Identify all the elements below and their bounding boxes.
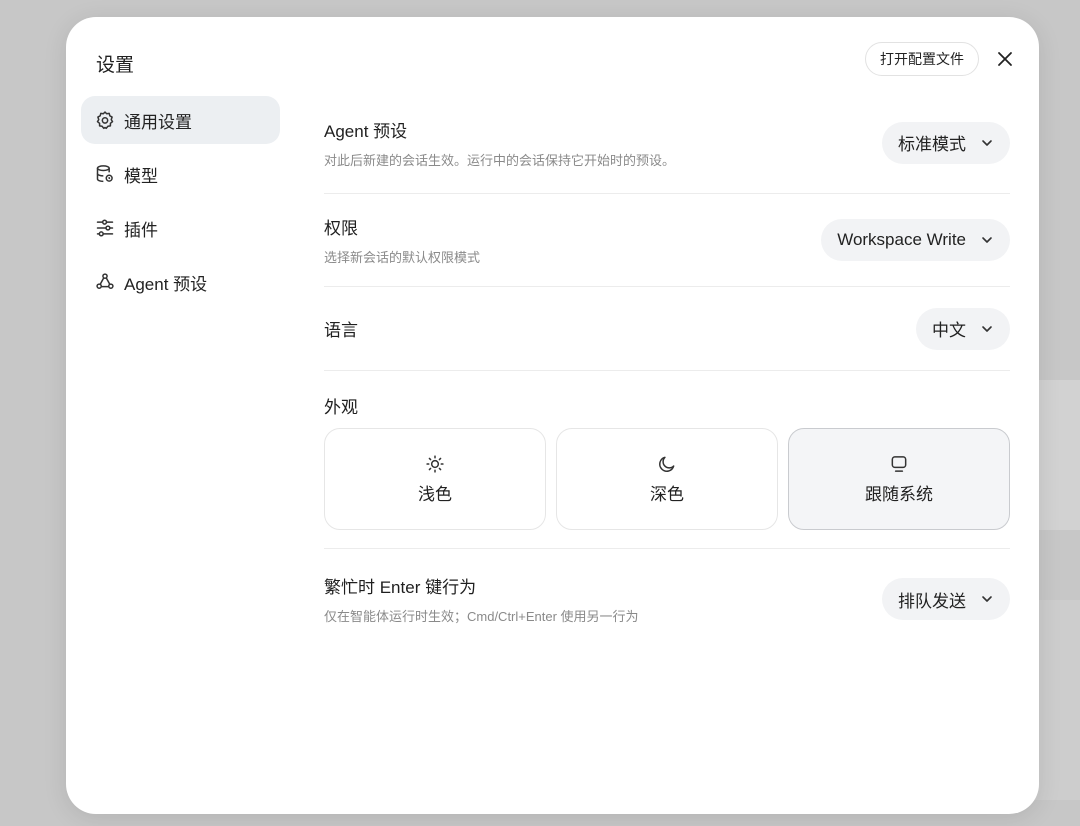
theme-label: 浅色 bbox=[418, 484, 452, 504]
sidebar-item-label: 插件 bbox=[124, 220, 158, 240]
sidebar-item-general[interactable]: 通用设置 bbox=[81, 96, 280, 144]
monitor-icon bbox=[889, 454, 909, 474]
dialog-title: 设置 bbox=[96, 55, 135, 76]
gear-icon bbox=[95, 110, 115, 130]
setting-title: 外观 bbox=[324, 398, 358, 417]
setting-description: 对此后新建的会话生效。运行中的会话保持它开始时的预设。 bbox=[324, 152, 676, 168]
chevron-down-icon bbox=[980, 592, 994, 606]
setting-title: 权限 bbox=[324, 219, 358, 238]
close-button[interactable] bbox=[993, 47, 1017, 71]
permissions-select[interactable]: Workspace Write bbox=[821, 219, 1010, 261]
sidebar-item-label: 模型 bbox=[124, 166, 158, 186]
close-icon bbox=[998, 52, 1012, 66]
sun-icon bbox=[425, 454, 445, 474]
theme-option-system[interactable]: 跟随系统 bbox=[788, 428, 1010, 530]
sidebar-item-models[interactable]: 模型 bbox=[81, 150, 280, 198]
setting-row-language: 语言 中文 bbox=[324, 287, 1010, 371]
setting-row-appearance: 外观 浅色 深色 跟随系统 bbox=[324, 371, 1010, 549]
setting-row-busy-enter: 繁忙时 Enter 键行为 仅在智能体运行时生效；Cmd/Ctrl+Enter … bbox=[324, 549, 1010, 645]
setting-title: 语言 bbox=[324, 321, 358, 340]
chevron-down-icon bbox=[980, 136, 994, 150]
select-value: 中文 bbox=[932, 321, 966, 340]
database-icon bbox=[95, 164, 115, 184]
theme-option-light[interactable]: 浅色 bbox=[324, 428, 546, 530]
moon-icon bbox=[657, 454, 677, 474]
agent-preset-select[interactable]: 标准模式 bbox=[882, 121, 1010, 164]
chevron-down-icon bbox=[980, 322, 994, 336]
network-icon bbox=[95, 272, 115, 292]
sidebar-item-label: 通用设置 bbox=[124, 112, 192, 132]
settings-content: Agent 预设 对此后新建的会话生效。运行中的会话保持它开始时的预设。 标准模… bbox=[324, 94, 1010, 645]
select-value: 标准模式 bbox=[898, 135, 966, 154]
select-value: Workspace Write bbox=[837, 230, 966, 249]
setting-row-permissions: 权限 选择新会话的默认权限模式 Workspace Write bbox=[324, 194, 1010, 287]
sidebar-item-agent-presets[interactable]: Agent 预设 bbox=[81, 258, 280, 306]
setting-row-agent-preset: Agent 预设 对此后新建的会话生效。运行中的会话保持它开始时的预设。 标准模… bbox=[324, 94, 1010, 194]
sidebar-item-label: Agent 预设 bbox=[124, 274, 208, 294]
sliders-icon bbox=[95, 218, 115, 238]
open-config-button[interactable]: 打开配置文件 bbox=[865, 42, 979, 76]
setting-description: 选择新会话的默认权限模式 bbox=[324, 250, 481, 265]
setting-description: 仅在智能体运行时生效；Cmd/Ctrl+Enter 使用另一行为 bbox=[324, 609, 639, 624]
setting-title: Agent 预设 bbox=[324, 121, 408, 141]
theme-options: 浅色 深色 跟随系统 bbox=[324, 428, 1010, 530]
sidebar-item-plugins[interactable]: 插件 bbox=[81, 204, 280, 252]
language-select[interactable]: 中文 bbox=[916, 307, 1010, 350]
chevron-down-icon bbox=[980, 233, 994, 247]
setting-title: 繁忙时 Enter 键行为 bbox=[324, 578, 477, 597]
theme-option-dark[interactable]: 深色 bbox=[556, 428, 778, 530]
theme-label: 跟随系统 bbox=[865, 484, 933, 504]
select-value: 排队发送 bbox=[898, 591, 966, 611]
busy-enter-select[interactable]: 排队发送 bbox=[882, 578, 1010, 620]
settings-sidebar: 通用设置 模型 插件 Agent 预设 bbox=[81, 96, 280, 312]
theme-label: 深色 bbox=[650, 484, 684, 504]
settings-dialog: 设置 打开配置文件 通用设置 模型 插件 Agent 预设 Agent 预设 对… bbox=[66, 17, 1039, 814]
